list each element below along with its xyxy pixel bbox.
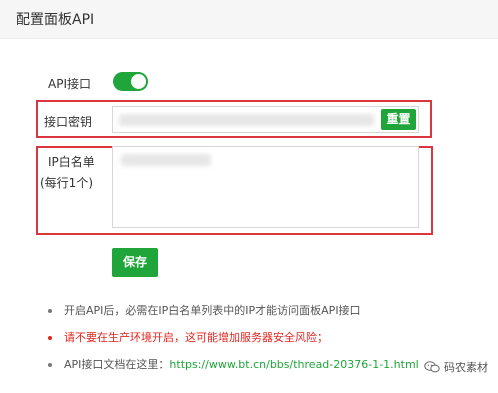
- watermark: 码农素材: [424, 359, 488, 375]
- dialog-title: 配置面板API: [16, 12, 95, 28]
- bullet-icon: [48, 336, 52, 340]
- wechat-icon: [424, 361, 440, 373]
- toggle-knob: [131, 74, 146, 89]
- ip-label-line1: IP白名单: [48, 155, 95, 169]
- warning-note: 请不要在生产环境开启，这可能增加服务器安全风险；: [46, 331, 486, 344]
- bullet-icon: [48, 363, 52, 367]
- ip-label-line2: (每行1个): [40, 176, 93, 190]
- ip-whitelist-textarea[interactable]: [112, 146, 419, 228]
- api-label: API接口: [48, 77, 91, 91]
- secret-key-field[interactable]: [112, 106, 419, 133]
- secret-label: 接口密钥: [44, 115, 93, 129]
- reset-button[interactable]: 重置: [381, 109, 416, 130]
- redacted-secret: [119, 114, 374, 126]
- warning-text: 请不要在生产环境开启，这可能增加服务器安全风险；: [64, 331, 328, 344]
- save-button[interactable]: 保存: [112, 248, 158, 277]
- doc-note: API接口文档在这里：https://www.bt.cn/bbs/thread-…: [46, 358, 486, 371]
- bullet-icon: [48, 309, 52, 313]
- doc-note-prefix: API接口文档在这里：: [64, 358, 170, 371]
- dialog-header: 配置面板API: [0, 0, 498, 39]
- watermark-text: 码农素材: [444, 361, 488, 374]
- api-toggle[interactable]: [113, 72, 148, 91]
- note-text: 开启API后，必需在IP白名单列表中的IP才能访问面板API接口: [64, 304, 361, 317]
- help-notes: 开启API后，必需在IP白名单列表中的IP才能访问面板API接口 请不要在生产环…: [46, 304, 486, 385]
- note-item: 开启API后，必需在IP白名单列表中的IP才能访问面板API接口: [46, 304, 486, 317]
- doc-link[interactable]: https://www.bt.cn/bbs/thread-20376-1-1.h…: [169, 358, 418, 371]
- redacted-ip: [121, 154, 211, 166]
